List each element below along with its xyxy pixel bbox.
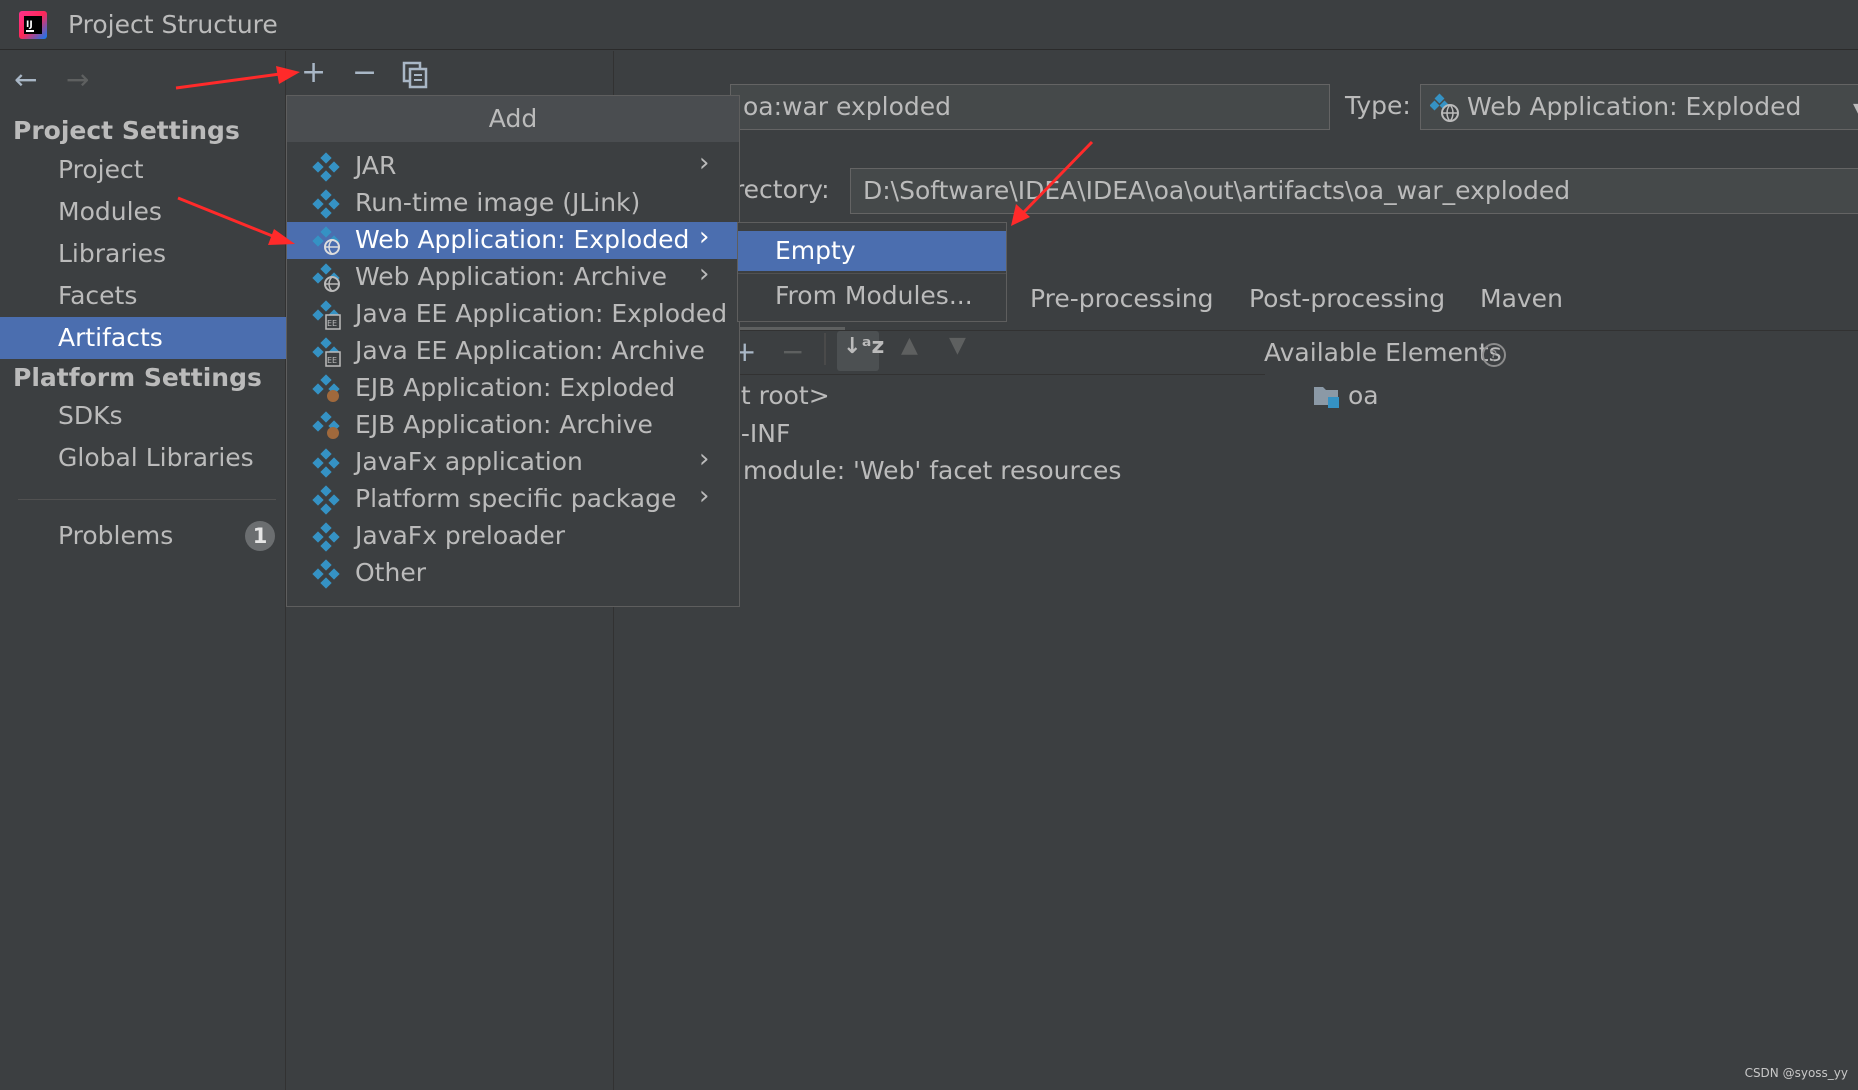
back-arrow-icon[interactable]: ← <box>14 63 37 96</box>
menu-item-javaee-archive[interactable]: EE Java EE Application: Archive <box>287 333 739 370</box>
tree-item-facet-resources[interactable]: module: 'Web' facet resources <box>743 456 1121 485</box>
submenu-item-from-modules[interactable]: From Modules... <box>738 276 1006 316</box>
type-label: Type: <box>1345 91 1411 120</box>
artifact-icon <box>312 485 340 515</box>
sidebar-item-sdks[interactable]: SDKs <box>0 395 286 437</box>
tab-post-processing[interactable]: Post-processing <box>1249 284 1445 313</box>
type-select[interactable]: Web Application: Exploded <box>1420 84 1858 130</box>
menu-item-javafx-application[interactable]: JavaFx application › <box>287 444 739 481</box>
menu-item-label: Platform specific package <box>355 484 677 513</box>
chevron-right-icon: › <box>699 481 710 511</box>
help-icon[interactable]: ? <box>1481 342 1507 368</box>
artifact-name-input[interactable]: oa:war exploded <box>730 84 1330 130</box>
remove-icon[interactable]: − <box>352 55 377 90</box>
menu-item-runtime-image[interactable]: Run-time image (JLink) <box>287 185 739 222</box>
web-app-icon <box>1430 93 1459 123</box>
menu-item-label: EJB Application: Archive <box>355 410 653 439</box>
artifact-icon <box>312 559 340 589</box>
ejb-icon <box>312 374 340 402</box>
menu-item-jar[interactable]: JAR › <box>287 148 739 185</box>
menu-item-label: Other <box>355 558 426 587</box>
add-artifact-menu: Add JAR › Run-time image (JLink) Web App… <box>286 95 740 607</box>
sidebar-item-modules[interactable]: Modules <box>0 191 286 233</box>
menu-item-javaee-exploded[interactable]: EE Java EE Application: Exploded <box>287 296 739 333</box>
available-elements-label: Available Elements <box>1264 338 1502 367</box>
menu-item-ejb-exploded[interactable]: EJB Application: Exploded <box>287 370 739 407</box>
artifact-icon <box>312 152 340 182</box>
svg-text:?: ? <box>1490 347 1498 365</box>
copy-icon[interactable] <box>402 61 428 89</box>
menu-item-label: Java EE Application: Archive <box>355 336 705 365</box>
artifact-details-panel: oa:war exploded Type: Web Application: E… <box>615 51 1858 1090</box>
menu-item-label: Web Application: Exploded <box>355 225 690 254</box>
add-icon[interactable]: + <box>301 55 326 90</box>
settings-sidebar: ← → Project Settings Project Modules Lib… <box>0 51 286 1090</box>
menu-item-label: JavaFx application <box>355 447 583 476</box>
sidebar-item-libraries[interactable]: Libraries <box>0 233 286 275</box>
move-up-icon[interactable]: ▲ <box>901 333 918 358</box>
chevron-right-icon: › <box>699 259 710 289</box>
sidebar-item-project[interactable]: Project <box>0 149 286 191</box>
svg-text:EE: EE <box>327 356 337 365</box>
sidebar-item-facets[interactable]: Facets <box>0 275 286 317</box>
chevron-right-icon: › <box>699 444 710 474</box>
ejb-icon <box>312 411 340 439</box>
submenu-item-empty[interactable]: Empty <box>738 231 1006 271</box>
sidebar-item-global-libraries[interactable]: Global Libraries <box>0 437 286 479</box>
project-settings-heading: Project Settings <box>13 116 240 145</box>
available-item-oa[interactable]: oa <box>1348 381 1379 410</box>
title-bar: IJ Project Structure <box>0 0 1858 50</box>
web-app-exploded-submenu: Empty From Modules... <box>737 222 1007 322</box>
chevron-down-icon[interactable]: ▾ <box>1853 95 1858 119</box>
artifact-icon <box>312 448 340 478</box>
tabs-divider <box>615 330 1858 331</box>
menu-item-platform-package[interactable]: Platform specific package › <box>287 481 739 518</box>
add-menu-header: Add <box>287 96 739 142</box>
menu-item-label: EJB Application: Exploded <box>355 373 676 402</box>
menu-item-web-app-archive[interactable]: Web Application: Archive › <box>287 259 739 296</box>
menu-item-label: JAR <box>355 151 397 180</box>
menu-item-other[interactable]: Other <box>287 555 739 592</box>
platform-settings-heading: Platform Settings <box>13 363 262 392</box>
toolbar-separator <box>824 333 826 365</box>
type-select-value: Web Application: Exploded <box>1467 92 1802 121</box>
chevron-right-icon: › <box>699 148 710 178</box>
menu-item-label: Java EE Application: Exploded <box>355 299 728 328</box>
watermark: CSDN @syoss_yy <box>1744 1066 1848 1080</box>
svg-text:IJ: IJ <box>26 20 33 30</box>
menu-item-ejb-archive[interactable]: EJB Application: Archive <box>287 407 739 444</box>
chevron-right-icon: › <box>699 222 710 252</box>
output-directory-input[interactable]: D:\Software\IDEA\IDEA\oa\out\artifacts\o… <box>850 168 1858 214</box>
menu-item-label: JavaFx preloader <box>355 521 565 550</box>
sidebar-item-problems[interactable]: Problems <box>0 515 286 557</box>
web-app-icon <box>312 226 340 255</box>
menu-item-web-app-exploded[interactable]: Web Application: Exploded › <box>287 222 739 259</box>
javaee-icon: EE <box>312 337 341 367</box>
remove-element-icon[interactable]: − <box>781 335 804 368</box>
sidebar-divider <box>18 499 276 500</box>
problems-count-badge: 1 <box>245 521 275 551</box>
module-folder-icon <box>1314 387 1339 408</box>
menu-item-label: Run-time image (JLink) <box>355 188 641 217</box>
menu-item-javafx-preloader[interactable]: JavaFx preloader <box>287 518 739 555</box>
artifact-icon <box>312 522 340 552</box>
tab-maven[interactable]: Maven <box>1480 284 1563 313</box>
menu-item-label: Web Application: Archive <box>355 262 668 291</box>
intellij-logo-icon: IJ <box>19 11 47 39</box>
artifact-icon <box>312 189 340 219</box>
sidebar-item-artifacts[interactable]: Artifacts <box>0 317 286 359</box>
window-title: Project Structure <box>68 10 278 39</box>
javaee-icon: EE <box>312 300 341 330</box>
svg-text:EE: EE <box>327 319 337 328</box>
web-app-icon <box>312 263 340 292</box>
sort-alpha-icon: ↓ᵃz <box>843 334 885 359</box>
forward-arrow-icon[interactable]: → <box>66 63 89 96</box>
tab-pre-processing[interactable]: Pre-processing <box>1030 284 1214 313</box>
output-directory-label: irectory: <box>727 175 830 204</box>
submenu-divider <box>738 273 1006 274</box>
tree-item-output-root[interactable]: ut root> <box>725 381 830 410</box>
move-down-icon[interactable]: ▼ <box>949 333 966 358</box>
